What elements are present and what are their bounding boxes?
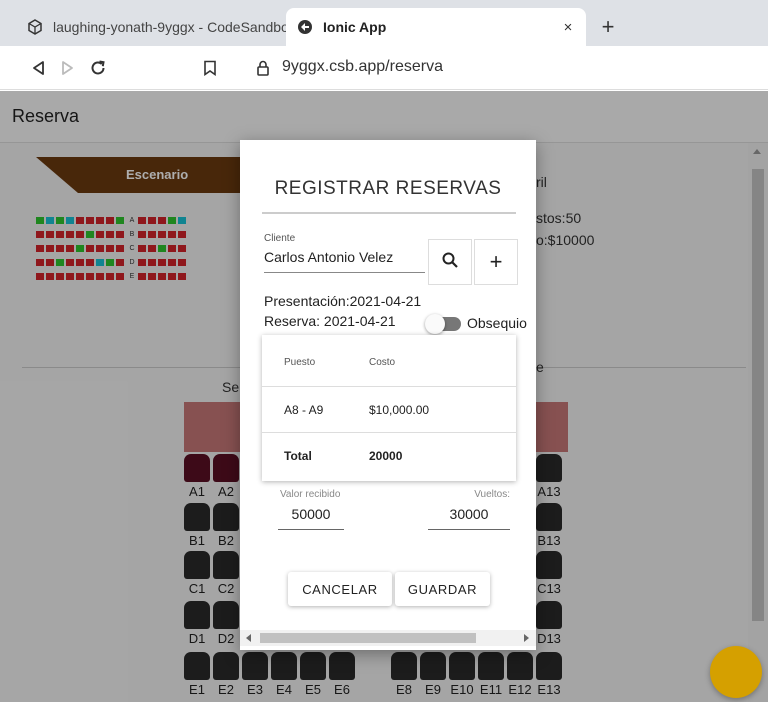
search-client-button[interactable] xyxy=(428,239,472,285)
ionic-icon xyxy=(296,18,314,36)
scroll-left-icon[interactable] xyxy=(246,634,251,642)
app-page: Reserva Escenario ABCDE ril stos:50 o:$1… xyxy=(0,91,768,702)
column-header-cost: Costo xyxy=(369,357,396,368)
save-button[interactable]: GUARDAR xyxy=(395,572,490,606)
presentation-date: Presentación:2021-04-21 xyxy=(264,293,422,309)
address-bar[interactable]: 9yggx.csb.app/reserva xyxy=(256,58,443,76)
modal-title: REGISTRAR RESERVAS xyxy=(274,178,502,199)
gift-label: Obsequio xyxy=(467,315,527,331)
received-underline xyxy=(278,529,344,530)
seat-cost-table: Puesto Costo A8 - A9 $10,000.00 Total 20… xyxy=(262,335,516,481)
total-label: Total xyxy=(284,449,312,463)
gift-toggle[interactable] xyxy=(425,314,461,334)
received-label: Valor recibido xyxy=(280,489,341,500)
tab-title: Ionic App xyxy=(323,19,387,35)
cell-cost: $10,000.00 xyxy=(369,403,430,417)
bookmark-icon[interactable] xyxy=(198,56,222,80)
plus-icon: + xyxy=(489,249,503,274)
close-icon[interactable]: × xyxy=(556,19,580,36)
add-client-button[interactable]: + xyxy=(474,239,518,285)
lock-icon xyxy=(256,60,270,76)
codesandbox-icon xyxy=(26,18,44,36)
change-field[interactable]: 30000 xyxy=(428,506,510,522)
table-header: Puesto Costo xyxy=(262,335,516,387)
cancel-button[interactable]: CANCELAR xyxy=(288,572,392,606)
received-field[interactable]: 50000 xyxy=(278,506,344,522)
tab-title: laughing-yonath-9yggx - CodeSandbox xyxy=(53,19,286,35)
search-icon xyxy=(441,251,459,274)
client-underline xyxy=(264,272,425,273)
change-label: Vueltos: xyxy=(474,489,510,500)
title-divider xyxy=(262,212,516,214)
table-row: A8 - A9 $10,000.00 xyxy=(262,387,516,433)
fab-button[interactable] xyxy=(710,646,762,698)
back-icon[interactable] xyxy=(26,56,50,80)
cell-seat: A8 - A9 xyxy=(284,403,324,417)
browser-tab-bar: laughing-yonath-9yggx - CodeSandbox Ioni… xyxy=(0,0,768,46)
scrollbar-thumb[interactable] xyxy=(260,633,476,643)
url-text: 9yggx.csb.app/reserva xyxy=(282,58,443,75)
column-header-seat: Puesto xyxy=(284,357,316,368)
reservation-modal: REGISTRAR RESERVAS Cliente Carlos Antoni… xyxy=(240,140,536,650)
client-field[interactable]: Carlos Antonio Velez xyxy=(264,249,393,265)
scroll-right-icon[interactable] xyxy=(524,634,529,642)
modal-horizontal-scrollbar[interactable] xyxy=(240,630,536,646)
total-value: 20000 xyxy=(369,449,403,463)
forward-icon[interactable] xyxy=(56,56,80,80)
change-underline xyxy=(428,529,510,530)
tab-codesandbox[interactable]: laughing-yonath-9yggx - CodeSandbox xyxy=(16,8,286,46)
reservation-date: Reserva: 2021-04-21 xyxy=(264,313,396,329)
browser-toolbar: 9yggx.csb.app/reserva xyxy=(0,46,768,90)
new-tab-button[interactable]: + xyxy=(596,14,620,40)
client-label: Cliente xyxy=(264,233,296,244)
tab-ionic-app[interactable]: Ionic App × xyxy=(286,8,586,46)
reload-icon[interactable] xyxy=(86,56,110,80)
table-total-row: Total 20000 xyxy=(262,433,516,479)
toggle-knob xyxy=(425,314,445,334)
